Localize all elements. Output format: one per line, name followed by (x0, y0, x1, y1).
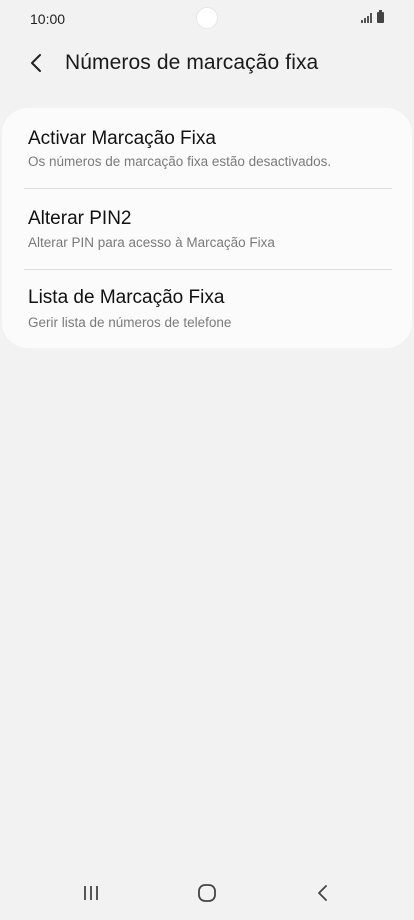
nav-back-button[interactable] (303, 878, 343, 908)
back-button[interactable] (22, 48, 52, 78)
navigation-bar (0, 864, 414, 920)
home-icon (198, 884, 216, 902)
item-subtitle: Gerir lista de números de telefone (28, 315, 232, 330)
battery-icon (377, 10, 384, 23)
status-time: 10:00 (30, 11, 66, 27)
page-title: Números de marcação fixa (65, 51, 319, 74)
status-bar: 10:00 (0, 0, 414, 36)
item-title: Activar Marcação Fixa (28, 128, 216, 149)
list-item-change-pin2[interactable]: Alterar PIN2 Alterar PIN para acesso à M… (2, 189, 412, 269)
item-title: Lista de Marcação Fixa (28, 287, 225, 308)
back-icon (318, 885, 327, 901)
recent-apps-button[interactable] (71, 878, 111, 908)
item-title: Alterar PIN2 (28, 208, 132, 229)
front-camera-icon (196, 7, 218, 29)
recent-apps-icon (84, 886, 98, 900)
list-item-fdn-list[interactable]: Lista de Marcação Fixa Gerir lista de nú… (2, 270, 412, 350)
signal-icon (361, 13, 372, 23)
chevron-left-icon (31, 54, 41, 72)
home-button[interactable] (187, 878, 227, 908)
item-subtitle: Alterar PIN para acesso à Marcação Fixa (28, 235, 275, 250)
app-header: Números de marcação fixa (0, 40, 414, 86)
settings-card: Activar Marcação Fixa Os números de marc… (2, 108, 412, 348)
list-item-activate-fdn[interactable]: Activar Marcação Fixa Os números de marc… (2, 108, 412, 188)
item-subtitle: Os números de marcação fixa estão desact… (28, 154, 332, 169)
status-icons (361, 10, 384, 23)
